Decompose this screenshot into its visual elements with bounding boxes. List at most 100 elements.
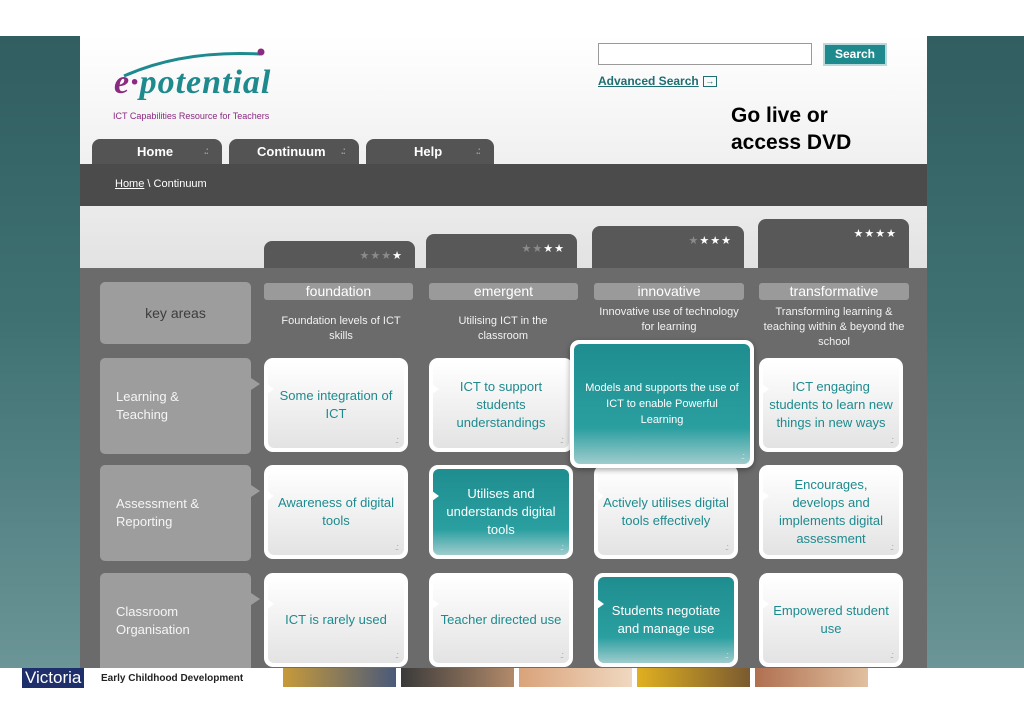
pointer-arrow-icon	[597, 491, 604, 501]
cell-text: Utilises and understands digital tools	[446, 486, 556, 537]
pointer-arrow-icon	[432, 599, 439, 609]
golive-line-1: Go live or	[731, 104, 828, 127]
continuum-cell[interactable]: Actively utilises digital tools effectiv…	[594, 465, 738, 559]
cell-text: ICT engaging students to learn new thing…	[769, 379, 893, 430]
pointer-arrow-icon	[432, 384, 439, 394]
breadcrumb-separator: \	[144, 178, 154, 190]
site-tagline: ICT Capabilities Resource for Teachers	[113, 111, 270, 121]
continuum-grid: key areas foundation emergent innovative…	[80, 268, 927, 668]
rating-stars-icon: ★★★★	[688, 235, 732, 247]
advanced-search-label: Advanced Search	[598, 74, 699, 88]
stage-name-emergent: emergent	[429, 283, 578, 300]
cell-text: Empowered student use	[773, 603, 889, 636]
row-label: Learning & Teaching	[116, 388, 179, 424]
site-header: e·potential ICT Capabilities Resource fo…	[80, 36, 927, 165]
continuum-cell[interactable]: Awareness of digital tools.:	[264, 465, 408, 559]
tab-continuum[interactable]: Continuum .:	[229, 139, 359, 165]
grip-icon: .:	[394, 650, 399, 660]
tab-home[interactable]: Home .:	[92, 139, 222, 165]
grip-icon: .:	[889, 650, 894, 660]
grip-icon: .:	[559, 542, 564, 552]
search-button[interactable]: Search	[823, 43, 887, 66]
continuum-cell-selected[interactable]: Students negotiate and manage use.:	[594, 573, 738, 667]
grip-icon: .:	[740, 451, 745, 461]
tab-continuum-label: Continuum	[257, 144, 326, 159]
row-label: Classroom Organisation	[116, 603, 190, 639]
pointer-arrow-icon	[762, 491, 769, 501]
photo-strip-image	[755, 668, 868, 687]
browser-page: e·potential ICT Capabilities Resource fo…	[80, 36, 927, 668]
photo-strip-image	[401, 668, 514, 687]
key-area-assessment-reporting[interactable]: Assessment & Reporting	[100, 465, 260, 561]
continuum-cell[interactable]: ICT engaging students to learn new thing…	[759, 358, 903, 452]
grip-icon: .:	[394, 542, 399, 552]
golive-line-2: access DVD	[731, 131, 852, 154]
key-area-learning-teaching[interactable]: Learning & Teaching	[100, 358, 260, 454]
breadcrumb-bar: Home \ Continuum	[80, 164, 927, 206]
grip-icon: .:	[394, 435, 399, 445]
stage-name-innovative: innovative	[594, 283, 744, 300]
cell-text: ICT to support students understandings	[456, 379, 546, 430]
grip-icon: .:	[724, 650, 729, 660]
continuum-cell[interactable]: Teacher directed use.:	[429, 573, 573, 667]
row-label-line: Classroom	[116, 604, 179, 619]
stage-desc-transformative: Transforming learning & teaching within …	[763, 306, 905, 348]
cell-text: Students negotiate and manage use	[611, 603, 721, 636]
continuum-cell-highlighted[interactable]: Models and supports the use of ICT to en…	[570, 340, 754, 468]
grip-icon: .:	[559, 435, 564, 445]
grip-icon: .:	[340, 146, 346, 157]
pointer-arrow-icon	[251, 485, 260, 497]
pointer-arrow-icon	[267, 599, 274, 609]
continuum-cell[interactable]: Empowered student use.:	[759, 573, 903, 667]
stage-desc-emergent: Utilising ICT in the classroom	[458, 315, 548, 342]
victoria-logo: Victoria	[22, 668, 85, 688]
row-label-line: Teaching	[116, 407, 169, 422]
pointer-arrow-icon	[597, 599, 604, 609]
search-input[interactable]	[598, 43, 812, 65]
grip-icon: .:	[724, 542, 729, 552]
photo-strip-image	[637, 668, 750, 687]
continuum-cell[interactable]: ICT to support students understandings.:	[429, 358, 573, 452]
pointer-arrow-icon	[267, 384, 274, 394]
tab-help-label: Help	[414, 144, 443, 159]
advanced-search-link[interactable]: Advanced Search →	[598, 74, 717, 88]
pointer-arrow-icon	[267, 491, 274, 501]
stage-tab-innovative[interactable]: ★★★★	[592, 226, 744, 269]
continuum-cell[interactable]: Encourages, develops and implements digi…	[759, 465, 903, 559]
arrow-right-box-icon: →	[702, 76, 717, 88]
grip-icon: .:	[475, 146, 481, 157]
pointer-arrow-icon	[251, 593, 260, 605]
golive-note: Go live or access DVD	[731, 102, 851, 156]
tab-home-label: Home	[137, 144, 174, 159]
stage-tab-emergent[interactable]: ★★★★	[426, 234, 577, 269]
cell-text: ICT is rarely used	[285, 612, 387, 627]
breadcrumb: Home \ Continuum	[115, 178, 207, 190]
department-name: Early Childhood Development	[101, 673, 244, 684]
pointer-arrow-icon	[762, 384, 769, 394]
rating-stars-icon: ★★★★	[521, 243, 565, 255]
rating-stars-icon: ★★★★	[359, 250, 403, 262]
grip-icon: .:	[559, 650, 564, 660]
stage-desc-innovative: Innovative use of technology for learnin…	[599, 306, 739, 333]
cell-text: Awareness of digital tools	[277, 495, 395, 528]
continuum-cell-selected[interactable]: Utilises and understands digital tools.:	[429, 465, 573, 559]
cell-text: Actively utilises digital tools effectiv…	[603, 495, 729, 528]
pointer-arrow-icon	[251, 378, 260, 390]
cell-text: Some integration of ICT	[279, 388, 393, 421]
tab-help[interactable]: Help .:	[366, 139, 494, 165]
stage-tab-foundation[interactable]: ★★★★	[264, 241, 415, 269]
continuum-cell[interactable]: Some integration of ICT.:	[264, 358, 408, 452]
key-area-classroom-organisation[interactable]: Classroom Organisation	[100, 573, 260, 668]
stage-tab-transformative[interactable]: ★★★★	[758, 219, 909, 269]
row-label-line: Learning &	[116, 389, 179, 404]
grip-icon: .:	[889, 435, 894, 445]
stage-name-transformative: transformative	[759, 283, 909, 300]
continuum-cell[interactable]: ICT is rarely used.:	[264, 573, 408, 667]
grip-icon: .:	[203, 146, 209, 157]
pointer-arrow-icon	[762, 599, 769, 609]
row-label-line: Organisation	[116, 622, 190, 637]
cell-text: Teacher directed use	[440, 612, 562, 627]
breadcrumb-home-link[interactable]: Home	[115, 178, 144, 190]
site-logo[interactable]: e·potential	[114, 64, 271, 102]
cell-text: Encourages, develops and implements digi…	[778, 477, 884, 546]
